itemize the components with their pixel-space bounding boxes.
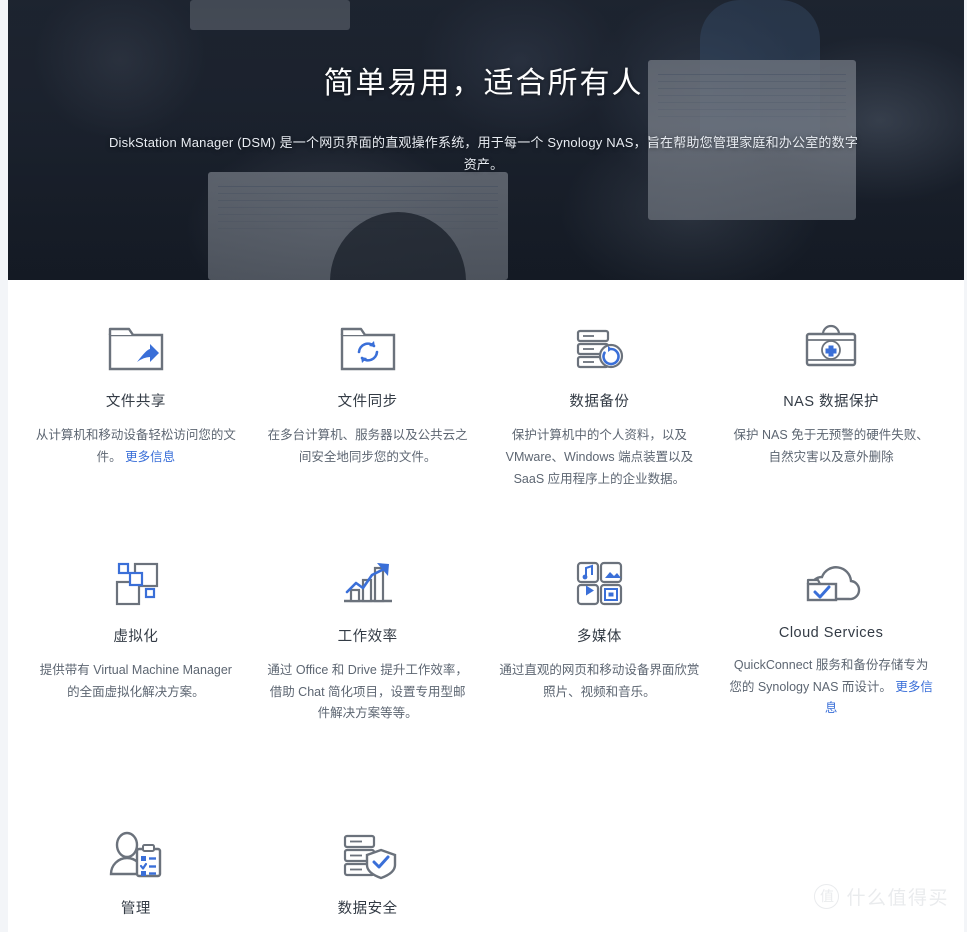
feature-row-1: 文件共享 从计算机和移动设备轻松访问您的文件。 更多信息 文件同步 在多台计算机…: [20, 316, 947, 491]
feature-card-cloud-services: Cloud Services QuickConnect 服务和备份存储专为您的 …: [715, 551, 947, 726]
feature-title: NAS 数据保护: [783, 394, 880, 410]
more-info-link[interactable]: 更多信息: [125, 450, 175, 464]
multimedia-tiles-icon: [570, 551, 628, 617]
feature-row-3: 管理 配置、维护和监控 NAS 的每个方面 — 无需 IT 专业人员。: [20, 823, 947, 932]
feature-title: 数据备份: [569, 394, 630, 410]
feature-grid: 文件共享 从计算机和移动设备轻松访问您的文件。 更多信息 文件同步 在多台计算机…: [0, 280, 967, 932]
feature-title: 数据安全: [337, 901, 398, 918]
first-aid-kit-icon: [802, 316, 860, 382]
feature-title: 多媒体: [576, 628, 622, 645]
virtualization-squares-icon: [107, 551, 165, 617]
feature-row-2: 虚拟化 提供带有 Virtual Machine Manager 的全面虚拟化解…: [20, 551, 947, 726]
feature-title: 工作效率: [337, 628, 398, 645]
feature-description: 通过 Office 和 Drive 提升工作效率，借助 Chat 简化项目，设置…: [267, 662, 468, 721]
feature-description: 保护计算机中的个人资料，以及 VMware、Windows 端点装置以及 Saa…: [505, 428, 694, 486]
feature-card-management: 管理 配置、维护和监控 NAS 的每个方面 — 无需 IT 专业人员。: [20, 823, 252, 932]
hero-subtitle: DiskStation Manager (DSM) 是一个网页界面的直观操作系统…: [108, 135, 859, 173]
feature-card-virtualization: 虚拟化 提供带有 Virtual Machine Manager 的全面虚拟化解…: [20, 551, 252, 726]
feature-description: 提供带有 Virtual Machine Manager 的全面虚拟化解决方案。: [39, 662, 232, 699]
feature-title: 文件共享: [105, 394, 166, 410]
folder-share-icon: [107, 316, 165, 382]
feature-description: 保护 NAS 免于无预警的硬件失败、自然灾害以及意外删除: [733, 428, 929, 464]
user-clipboard-icon: [105, 823, 167, 889]
feature-title: Cloud Services: [778, 624, 884, 641]
feature-description: 通过直观的网页和移动设备界面欣赏照片、视频和音乐。: [499, 662, 700, 699]
server-backup-icon: [570, 316, 628, 382]
server-shield-icon: [337, 823, 399, 889]
feature-description: QuickConnect 服务和备份存储专为您的 Synology NAS 而设…: [728, 655, 934, 721]
hero-title: 简单易用，适合所有人: [323, 67, 644, 100]
feature-card-multimedia: 多媒体 通过直观的网页和移动设备界面欣赏照片、视频和音乐。: [484, 551, 716, 726]
row-spacer-2: [20, 725, 947, 823]
feature-card-nas-protection: NAS 数据保护 保护 NAS 免于无预警的硬件失败、自然灾害以及意外删除: [715, 316, 947, 491]
bar-chart-arrow-icon: [339, 551, 397, 617]
feature-card-data-security: 数据安全 强大的业界安全解决方案可保护您的 NAS 免受各种复杂威胁的影响。 更…: [252, 823, 484, 932]
feature-title: 管理: [120, 901, 151, 918]
feature-title: 文件同步: [337, 394, 398, 410]
folder-sync-icon: [339, 316, 397, 382]
feature-card-file-sharing: 文件共享 从计算机和移动设备轻松访问您的文件。 更多信息: [20, 316, 252, 491]
feature-card-data-backup: 数据备份 保护计算机中的个人资料，以及 VMware、Windows 端点装置以…: [484, 316, 716, 491]
feature-card-file-sync: 文件同步 在多台计算机、服务器以及公共云之间安全地同步您的文件。: [252, 316, 484, 491]
page-root: 简单易用，适合所有人 DiskStation Manager (DSM) 是一个…: [0, 0, 967, 932]
cloud-folder-check-icon: [800, 551, 862, 617]
feature-description: 在多台计算机、服务器以及公共云之间安全地同步您的文件。: [267, 428, 468, 464]
row-spacer-1: [20, 491, 947, 551]
feature-title: 虚拟化: [113, 628, 159, 645]
feature-card-productivity: 工作效率 通过 Office 和 Drive 提升工作效率，借助 Chat 简化…: [252, 551, 484, 726]
hero-banner: 简单易用，适合所有人 DiskStation Manager (DSM) 是一个…: [0, 0, 967, 280]
left-rail: [0, 0, 8, 932]
hero-content: 简单易用，适合所有人 DiskStation Manager (DSM) 是一个…: [0, 0, 967, 280]
feature-description: 从计算机和移动设备轻松访问您的文件。 更多信息: [33, 425, 239, 469]
